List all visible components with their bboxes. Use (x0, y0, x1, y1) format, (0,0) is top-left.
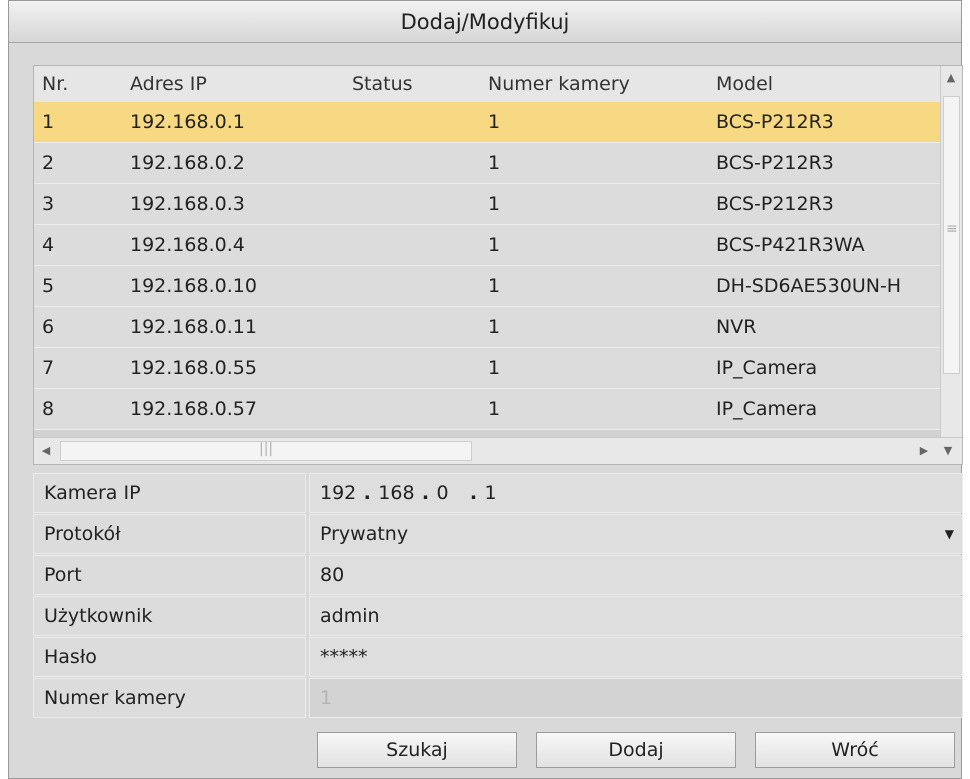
camera-number-row: Numer kamery 1 (33, 678, 963, 719)
table-cell: 2 (42, 152, 55, 174)
table-cell: 1 (488, 275, 501, 297)
dialog-title: Dodaj/Modyfikuj (9, 1, 961, 43)
ip-segment-2[interactable]: 168 (378, 474, 414, 512)
column-header-camera-number[interactable]: Numer kamery (488, 66, 710, 102)
port-label: Port (33, 555, 306, 595)
camera-list-table: Nr. Adres IP Status Numer kamery Model 1… (33, 65, 963, 465)
table-cell: BCS-P212R3 (716, 111, 834, 133)
table-cell: 1 (488, 152, 501, 174)
vertical-scroll-thumb[interactable]: ≡ (943, 96, 960, 374)
table-cell (352, 348, 482, 388)
password-label: Hasło (33, 637, 306, 677)
ip-label: Kamera IP (33, 473, 306, 513)
protocol-select[interactable]: Prywatny ▼ (309, 514, 963, 554)
scroll-down-arrow-icon[interactable]: ▼ (938, 441, 958, 461)
table-row[interactable]: 2 192.168.0.2 1 BCS-P212R3 (34, 143, 940, 184)
table-cell: 1 (488, 398, 501, 420)
table-cell: IP_Camera (716, 357, 818, 379)
table-cell: 192.168.0.11 (130, 316, 257, 338)
table-cell: 1 (488, 111, 501, 133)
table-cell: 192.168.0.3 (130, 193, 245, 215)
table-cell: DH-SD6AE530UN-H (716, 275, 902, 297)
scroll-up-arrow-icon[interactable]: ▲ (941, 68, 961, 88)
chevron-down-icon[interactable]: ▼ (945, 515, 954, 553)
table-row[interactable]: 6 192.168.0.11 1 NVR (34, 307, 940, 348)
protocol-row: Protokół Prywatny ▼ (33, 514, 963, 555)
table-cell: BCS-P212R3 (716, 193, 834, 215)
protocol-value: Prywatny (320, 523, 409, 545)
add-button[interactable]: Dodaj (536, 732, 736, 768)
table-cell: 8 (42, 398, 55, 420)
table-cell: 1 (488, 357, 501, 379)
horizontal-scrollbar[interactable]: ◀ ||| ▶ ▼ (34, 437, 962, 464)
column-header-status[interactable]: Status (352, 66, 482, 102)
table-row[interactable]: 5 192.168.0.10 1 DH-SD6AE530UN-H (34, 266, 940, 307)
table-header: Nr. Adres IP Status Numer kamery Model (34, 66, 940, 102)
column-header-model[interactable]: Model (716, 66, 940, 102)
table-cell: 192.168.0.55 (130, 357, 257, 379)
back-button[interactable]: Wróć (755, 732, 955, 768)
table-cell: NVR (716, 316, 757, 338)
table-body: 1 192.168.0.1 1 BCS-P212R3 2 192.168.0.2 1 BCS-… (34, 102, 940, 437)
ip-segment-3[interactable]: 0 (437, 474, 459, 512)
table-cell: 3 (42, 193, 55, 215)
table-cell: 192.168.0.2 (130, 152, 245, 174)
table-cell: 4 (42, 234, 55, 256)
port-input[interactable]: 80 (309, 555, 963, 595)
table-cell: 192.168.0.4 (130, 234, 245, 256)
camera-number-label: Numer kamery (33, 678, 306, 718)
table-cell: 7 (42, 357, 55, 379)
password-input[interactable]: ***** (309, 637, 963, 677)
table-cell (352, 143, 482, 183)
scroll-left-arrow-icon[interactable]: ◀ (36, 441, 56, 461)
user-input[interactable]: admin (309, 596, 963, 636)
table-row[interactable]: 4 192.168.0.4 1 BCS-P421R3WA (34, 225, 940, 266)
port-row: Port 80 (33, 555, 963, 596)
table-row[interactable]: 8 192.168.0.57 1 IP_Camera (34, 389, 940, 430)
horizontal-scroll-thumb[interactable]: ||| (60, 441, 472, 461)
table-cell: 6 (42, 316, 55, 338)
search-button[interactable]: Szukaj (317, 732, 517, 768)
table-row[interactable]: 1 192.168.0.1 1 BCS-P212R3 (34, 102, 940, 143)
column-header-nr[interactable]: Nr. (42, 66, 122, 102)
table-cell (352, 102, 482, 142)
camera-number-input: 1 (309, 678, 963, 718)
user-label: Użytkownik (33, 596, 306, 636)
ip-row: Kamera IP 192. 168. 0. 1 (33, 473, 963, 514)
table-cell: 1 (488, 316, 501, 338)
table-cell: BCS-P212R3 (716, 152, 834, 174)
table-cell (352, 184, 482, 224)
column-header-ip[interactable]: Adres IP (130, 66, 346, 102)
ip-address-input[interactable]: 192. 168. 0. 1 (309, 473, 963, 513)
vertical-scrollbar[interactable]: ▲ ≡ (940, 66, 962, 437)
table-cell (352, 307, 482, 347)
scroll-right-arrow-icon[interactable]: ▶ (914, 441, 934, 461)
table-row[interactable]: 3 192.168.0.3 1 BCS-P212R3 (34, 184, 940, 225)
table-cell: BCS-P421R3WA (716, 234, 865, 256)
grip-icon: ||| (259, 441, 274, 457)
grip-icon: ≡ (946, 221, 958, 237)
table-cell: 192.168.0.57 (130, 398, 257, 420)
table-cell: 192.168.0.10 (130, 275, 257, 297)
table-cell (352, 389, 482, 429)
protocol-label: Protokół (33, 514, 306, 554)
table-cell: 1 (488, 234, 501, 256)
password-row: Hasło ***** (33, 637, 963, 678)
ip-segment-1[interactable]: 192 (320, 474, 356, 512)
table-cell: 1 (488, 193, 501, 215)
table-cell: 192.168.0.1 (130, 111, 245, 133)
table-row[interactable]: 7 192.168.0.55 1 IP_Camera (34, 348, 940, 389)
table-cell (352, 266, 482, 306)
ip-segment-4[interactable]: 1 (485, 474, 497, 512)
table-cell: 5 (42, 275, 55, 297)
table-cell: 1 (42, 111, 55, 133)
table-cell: IP_Camera (716, 398, 818, 420)
user-row: Użytkownik admin (33, 596, 963, 637)
add-modify-dialog: Dodaj/Modyfikuj Nr. Adres IP Status Nume… (8, 0, 963, 779)
table-cell (352, 225, 482, 265)
